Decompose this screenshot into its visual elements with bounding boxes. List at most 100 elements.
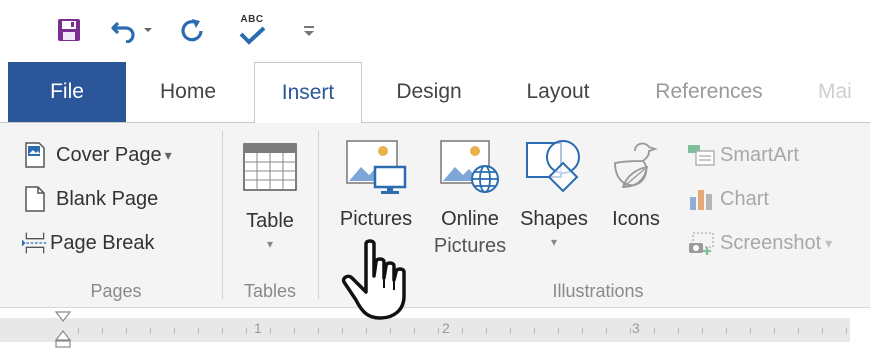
ruler-tick	[270, 328, 271, 334]
ruler-tick	[126, 328, 127, 334]
save-icon	[58, 19, 80, 41]
ruler-tick	[366, 328, 367, 334]
ruler-tick	[534, 328, 535, 334]
smartart-button[interactable]: SmartArt	[686, 137, 799, 173]
ruler-tick	[774, 328, 775, 334]
page-break-label: Page Break	[50, 231, 155, 254]
ruler-number: 2	[442, 320, 450, 336]
horizontal-ruler[interactable]: 1 2 3	[0, 308, 870, 352]
ruler-tick	[582, 328, 583, 334]
pictures-button[interactable]: Pictures	[330, 135, 422, 233]
ruler-tick	[342, 328, 343, 334]
cover-page-dropdown-icon[interactable]: ▾	[165, 147, 172, 164]
ruler-tick	[462, 328, 463, 334]
ruler-tick	[414, 328, 415, 334]
online-pictures-icon	[438, 135, 502, 199]
customize-toolbar-button[interactable]	[296, 12, 322, 48]
tab-file[interactable]: File	[8, 62, 126, 122]
redo-icon	[181, 19, 203, 42]
ruler-tick	[654, 328, 655, 334]
shapes-label: Shapes	[520, 208, 588, 230]
blank-page-button[interactable]: Blank Page	[22, 181, 158, 217]
group-label-pages: Pages	[90, 281, 142, 301]
icons-button[interactable]: Icons	[600, 135, 672, 233]
screenshot-dropdown-icon[interactable]: ▾	[825, 235, 832, 252]
tab-design[interactable]: Design	[378, 62, 480, 122]
blank-page-icon	[22, 186, 48, 212]
ruler-tick	[102, 328, 103, 334]
ruler-strip	[0, 318, 850, 342]
spelling-label: ABC	[240, 14, 264, 25]
ruler-tick	[798, 328, 799, 334]
shapes-button[interactable]: Shapes ▾	[514, 135, 594, 251]
online-pictures-label-1: Online	[441, 208, 499, 230]
online-pictures-button[interactable]: Online Pictures	[428, 135, 512, 259]
tab-home[interactable]: Home	[140, 62, 236, 122]
table-label: Table	[246, 210, 294, 232]
pictures-icon	[344, 135, 408, 199]
group-label-tables: Tables	[243, 281, 297, 301]
ruler-tick	[510, 328, 511, 334]
smartart-icon	[686, 142, 716, 168]
table-dropdown-icon[interactable]: ▾	[267, 235, 273, 253]
group-separator	[318, 131, 319, 299]
shapes-dropdown-icon[interactable]: ▾	[551, 233, 557, 251]
ruler-number: 3	[632, 320, 640, 336]
tab-insert[interactable]: Insert	[254, 62, 362, 123]
save-button[interactable]	[52, 12, 86, 48]
ruler-tick	[318, 328, 319, 334]
ruler-tick	[630, 328, 631, 334]
table-icon	[238, 135, 302, 199]
shapes-icon	[522, 135, 586, 199]
online-pictures-label-2: Pictures	[433, 235, 507, 257]
ruler-tick	[438, 328, 439, 334]
ribbon-tabs: File Home Insert Design Layout Reference…	[0, 62, 870, 123]
chart-button[interactable]: Chart	[686, 181, 769, 217]
blank-page-label: Blank Page	[56, 187, 159, 210]
ruler-tick	[726, 328, 727, 334]
group-label-illustrations: Illustrations	[552, 281, 644, 301]
undo-icon	[111, 21, 135, 43]
quick-access-toolbar: ABC	[0, 0, 870, 62]
customize-toolbar-icon	[304, 26, 314, 36]
undo-dropdown-icon[interactable]	[142, 25, 154, 35]
ruler-tick	[222, 328, 223, 334]
page-break-icon	[22, 230, 48, 256]
icons-icon	[604, 135, 668, 199]
screenshot-icon	[686, 230, 716, 256]
redo-button[interactable]	[174, 12, 210, 48]
icons-label: Icons	[612, 208, 660, 230]
ruler-tick	[390, 328, 391, 334]
tab-layout[interactable]: Layout	[506, 62, 610, 122]
chart-icon	[686, 186, 716, 212]
screenshot-label: Screenshot	[720, 231, 822, 254]
ruler-tick	[150, 328, 151, 334]
cover-page-label: Cover Page	[56, 143, 162, 166]
ruler-tick	[558, 328, 559, 334]
ruler-tick	[78, 328, 79, 334]
page-break-button[interactable]: Page Break	[22, 225, 155, 261]
undo-button[interactable]	[104, 12, 160, 48]
table-button[interactable]: Table ▾	[232, 135, 308, 253]
ruler-tick	[246, 328, 247, 334]
indent-marker-icon[interactable]	[54, 310, 72, 350]
tab-mailings[interactable]: Mai	[806, 62, 870, 122]
spelling-check-icon	[239, 26, 266, 45]
smartart-label: SmartArt	[720, 143, 799, 166]
tab-references[interactable]: References	[636, 62, 782, 122]
cover-page-button[interactable]: Cover Page ▾	[22, 137, 172, 173]
cover-page-icon	[22, 142, 48, 168]
ruler-tick	[750, 328, 751, 334]
ruler-tick	[174, 328, 175, 334]
hand-pointer-cursor-icon	[341, 239, 406, 320]
pictures-label: Pictures	[339, 208, 413, 230]
ruler-number: 1	[254, 320, 262, 336]
ruler-tick	[606, 328, 607, 334]
spelling-button[interactable]: ABC	[232, 12, 272, 48]
ruler-tick	[198, 328, 199, 334]
ruler-tick	[822, 328, 823, 334]
ruler-tick	[486, 328, 487, 334]
ruler-tick	[702, 328, 703, 334]
screenshot-button[interactable]: Screenshot ▾	[686, 225, 832, 261]
ribbon-insert: Cover Page ▾ Blank Page Page Break Pages	[0, 122, 870, 308]
